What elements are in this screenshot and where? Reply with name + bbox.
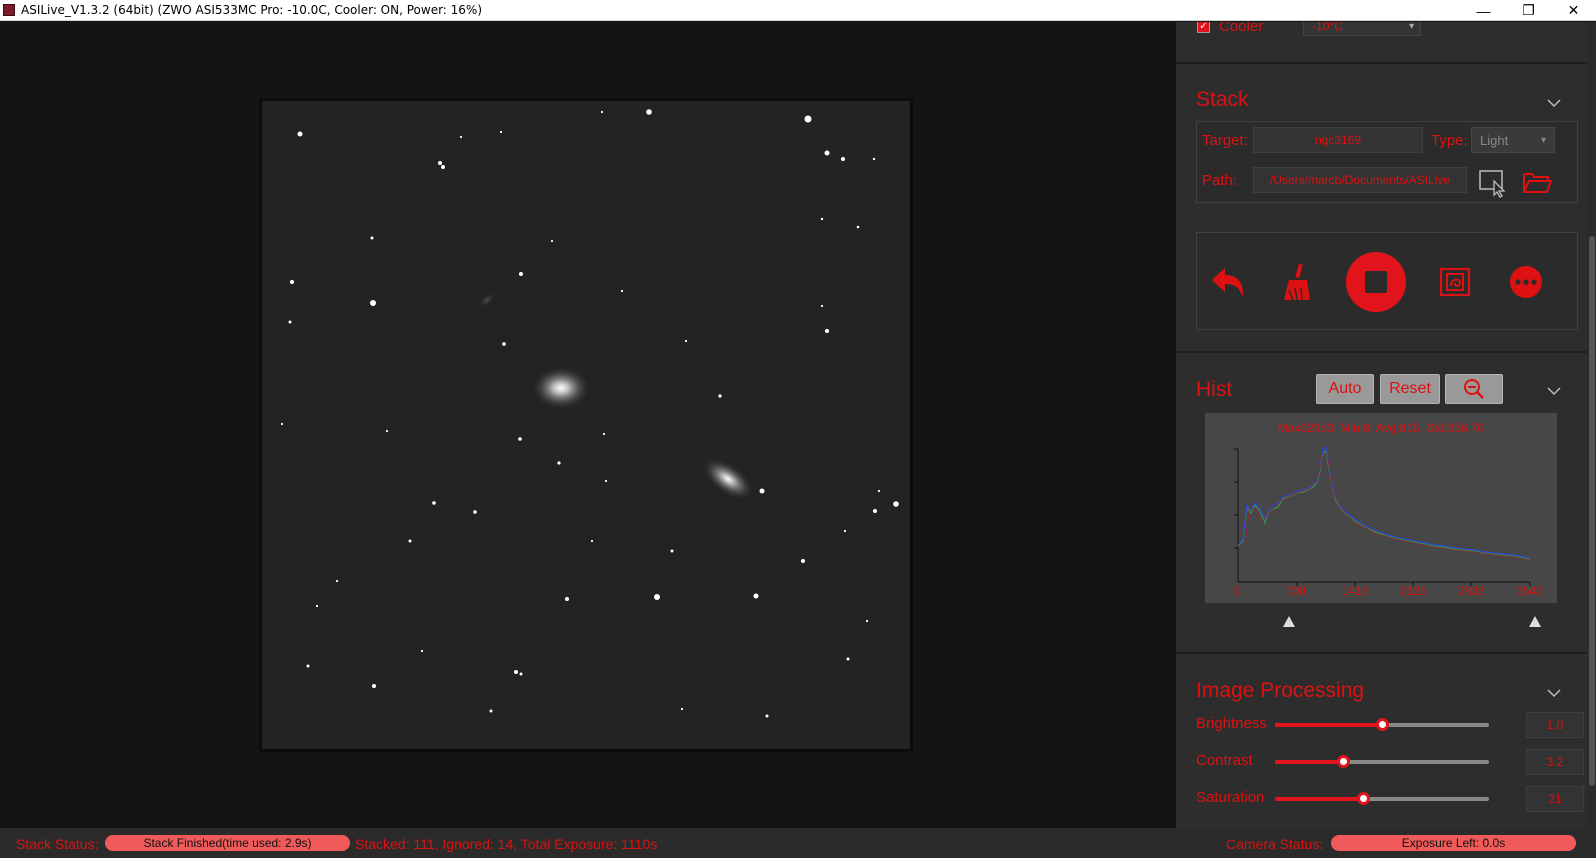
brightness-slider-fill: [1275, 723, 1382, 727]
stop-icon: [1346, 252, 1406, 312]
open-folder-icon[interactable]: [1521, 166, 1553, 198]
path-input[interactable]: /Users/marcb/Documents/ASILive: [1253, 167, 1467, 193]
panel-scrollbar-thumb[interactable]: [1589, 236, 1595, 786]
brightness-value[interactable]: 1.0: [1526, 712, 1584, 738]
contrast-value[interactable]: 3.2: [1526, 749, 1584, 775]
chevron-down-icon: ▾: [1540, 134, 1546, 146]
hist-zoom-button[interactable]: [1445, 374, 1503, 404]
image-processing-title: Image Processing: [1196, 679, 1365, 702]
stack-summary: Stacked: 111, Ignored: 14, Total Exposur…: [355, 836, 658, 852]
save-image-icon: [1439, 267, 1471, 297]
hist-tick: 2125: [1400, 584, 1427, 598]
camera-status-label: Camera Status:: [1226, 836, 1324, 852]
brightness-label: Brightness: [1196, 715, 1267, 732]
app-icon: [3, 4, 15, 16]
histogram[interactable]: Max62953, Min:8, Avg:815, Std:356.70 0 7…: [1205, 413, 1557, 603]
divider: [1176, 62, 1587, 64]
hist-black-point-handle[interactable]: [1283, 616, 1295, 627]
brightness-slider-row: Brightness 1.0: [1196, 711, 1584, 738]
divider: [1176, 652, 1587, 654]
saturation-label: Saturation: [1196, 789, 1265, 806]
brightness-slider-knob[interactable]: [1376, 718, 1389, 731]
target-label: Target:: [1202, 132, 1248, 149]
contrast-slider-knob[interactable]: [1337, 755, 1350, 768]
stack-collapse-icon[interactable]: [1547, 96, 1561, 110]
more-icon: [1510, 266, 1542, 298]
restore-button[interactable]: ❐: [1506, 0, 1551, 21]
image-viewer[interactable]: [0, 22, 1176, 828]
star-field: [280, 109, 899, 718]
saturation-slider[interactable]: [1275, 792, 1489, 805]
galaxy-ngc3166: [701, 457, 755, 501]
stacked-image[interactable]: [259, 98, 913, 752]
target-input[interactable]: ngc3169: [1253, 127, 1423, 153]
hist-tick: 0: [1234, 584, 1241, 598]
chevron-down-icon: ▾: [1409, 22, 1415, 32]
undo-button[interactable]: [1197, 251, 1259, 313]
stop-button[interactable]: [1345, 251, 1407, 313]
title-bar: ASILive_V1.3.2 (64bit) (ZWO ASI533MC Pro…: [0, 0, 1596, 21]
cooler-temp-value: -10°C: [1312, 22, 1343, 33]
hist-white-point-handle[interactable]: [1529, 616, 1541, 627]
saturation-value[interactable]: 21: [1526, 786, 1584, 812]
contrast-label: Contrast: [1196, 752, 1253, 769]
clear-button[interactable]: [1267, 251, 1329, 313]
save-image-button[interactable]: [1425, 251, 1487, 313]
undo-icon: [1212, 268, 1244, 297]
hist-tick: 1416: [1342, 584, 1369, 598]
stack-controls: [1196, 232, 1578, 330]
type-value: Light: [1480, 132, 1509, 148]
more-button[interactable]: [1495, 251, 1557, 313]
hist-tick: 3542: [1516, 584, 1543, 598]
path-label: Path:: [1202, 172, 1238, 189]
saturation-slider-fill: [1275, 797, 1363, 801]
image-processing-collapse-icon[interactable]: [1547, 686, 1561, 700]
type-label: Type:: [1431, 132, 1468, 149]
hist-collapse-icon[interactable]: [1547, 384, 1561, 398]
hist-reset-button[interactable]: Reset: [1380, 374, 1440, 404]
stack-title: Stack: [1196, 88, 1249, 111]
hist-tick: 2833: [1458, 584, 1485, 598]
camera-status-pill: Exposure Left: 0.0s: [1331, 835, 1576, 851]
galaxy-ngc3169: [531, 366, 591, 410]
saturation-slider-row: Saturation 21: [1196, 785, 1584, 812]
histogram-stats: Max62953, Min:8, Avg:815, Std:356.70: [1277, 421, 1485, 435]
histogram-plot: [1234, 445, 1531, 586]
hist-title: Hist: [1196, 378, 1233, 401]
close-button[interactable]: ✕: [1551, 0, 1596, 21]
divider: [1176, 351, 1587, 353]
zoom-out-icon: [1464, 379, 1484, 399]
minimize-button[interactable]: —: [1461, 0, 1506, 21]
cooler-checkbox[interactable]: ✓: [1197, 22, 1210, 33]
hist-tick: 708: [1286, 584, 1307, 598]
control-panel: ✓ Cooler -10°C ▾ Stack Target: ngc3169 T…: [1176, 22, 1587, 828]
stack-settings-box: Target: ngc3169 Type: Light ▾ Path: /Use…: [1196, 121, 1578, 203]
status-bar: Stack Status: Stack Finished(time used: …: [0, 828, 1596, 858]
cooler-temp-select[interactable]: -10°C ▾: [1303, 22, 1422, 36]
contrast-slider-fill: [1275, 760, 1343, 764]
window-controls: — ❐ ✕: [1461, 0, 1596, 21]
stars: [280, 109, 899, 718]
stack-status-label: Stack Status:: [16, 836, 99, 852]
clear-broom-icon: [1284, 263, 1310, 301]
contrast-slider-row: Contrast 3.2: [1196, 748, 1584, 775]
cooler-row: ✓ Cooler -10°C ▾: [1197, 22, 1422, 36]
type-select[interactable]: Light ▾: [1471, 127, 1555, 153]
stack-status-pill: Stack Finished(time used: 2.9s): [105, 835, 350, 851]
cooler-label: Cooler: [1219, 22, 1264, 35]
hist-auto-button[interactable]: Auto: [1316, 374, 1374, 404]
faint-galaxy: [478, 292, 496, 308]
window-title: ASILive_V1.3.2 (64bit) (ZWO ASI533MC Pro…: [21, 3, 483, 17]
brightness-slider[interactable]: [1275, 718, 1489, 731]
contrast-slider[interactable]: [1275, 755, 1489, 768]
saturation-slider-knob[interactable]: [1357, 792, 1370, 805]
select-folder-icon[interactable]: [1477, 166, 1509, 198]
